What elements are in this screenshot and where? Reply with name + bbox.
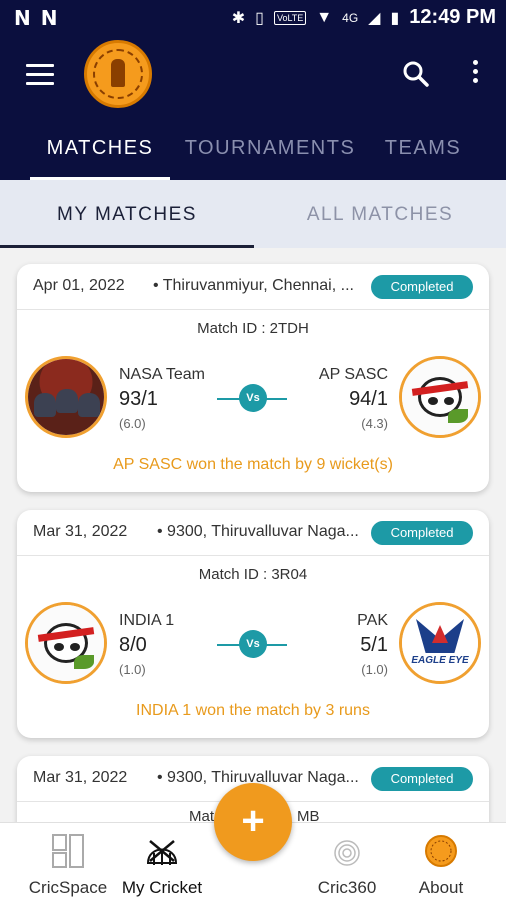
nav-label: About [418, 878, 464, 897]
wifi-icon: ▼ [316, 8, 333, 26]
match-card-header: Mar 31, 2022 • 9300, Thiruvalluvar Naga.… [17, 510, 489, 556]
app-logo [84, 40, 152, 108]
notification-icons: N N [14, 6, 58, 30]
match-date: Apr 01, 2022 [33, 277, 125, 294]
match-id: Match ID : 3R04 [198, 566, 308, 583]
plus-icon: + [241, 799, 265, 843]
match-date: Mar 31, 2022 [33, 523, 128, 540]
match-venue: • 9300, Thiruvalluvar Naga... [157, 769, 359, 786]
vibrate-icon: ▯ [255, 9, 264, 27]
team1-name: NASA Team [119, 366, 205, 383]
vs-badge: Vs [239, 384, 267, 412]
match-card[interactable]: Apr 01, 2022 • Thiruvanmiyur, Chennai, .… [17, 264, 489, 492]
team1-overs: (1.0) [119, 662, 146, 677]
nav-my-cricket[interactable]: My Cricket [114, 823, 210, 900]
eagle-eye-logo-text: EAGLE EYE [411, 655, 469, 666]
tab-my-matches[interactable]: MY MATCHES [0, 180, 254, 248]
status-badge: Completed [371, 521, 473, 545]
status-badge: Completed [371, 767, 473, 791]
match-id: Match ID : 2TDH [197, 320, 309, 337]
cricspace-icon [52, 834, 84, 868]
team2-overs: (4.3) [361, 416, 388, 431]
team1-name: INDIA 1 [119, 612, 175, 629]
team2-logo [399, 356, 481, 438]
sub-tabs: MY MATCHES ALL MATCHES [0, 180, 506, 248]
signal-icon: ◢ [368, 9, 381, 27]
match-card-header: Apr 01, 2022 • Thiruvanmiyur, Chennai, .… [17, 264, 489, 310]
nav-cricspace[interactable]: CricSpace [20, 823, 116, 900]
nav-label: My Cricket [121, 878, 203, 897]
match-venue: • 9300, Thiruvalluvar Naga... [157, 523, 359, 540]
vs-badge: Vs [239, 630, 267, 658]
volte-icon: VoLTE [273, 10, 307, 25]
tab-teams[interactable]: TEAMS [376, 130, 470, 180]
cric360-icon [334, 840, 360, 866]
app-bar: MATCHES TOURNAMENTS TEAMS [0, 36, 506, 180]
search-icon[interactable] [402, 60, 430, 88]
n-notification-icon: N [40, 6, 58, 30]
match-card[interactable]: Mar 31, 2022 • 9300, Thiruvalluvar Naga.… [17, 510, 489, 738]
team1-logo [25, 602, 107, 684]
team1-logo [25, 356, 107, 438]
tab-all-matches[interactable]: ALL MATCHES [254, 180, 506, 248]
nav-about[interactable]: About [396, 823, 486, 900]
tab-tournaments[interactable]: TOURNAMENTS [180, 130, 360, 180]
team2-name: AP SASC [318, 366, 388, 383]
status-bar: N N ✱ ▯ VoLTE ▼ 4G ◢ ▮ 12:49 PM [0, 0, 506, 36]
tab-matches[interactable]: MATCHES [30, 130, 170, 180]
add-match-button[interactable]: + [214, 783, 292, 861]
n-notification-icon: N [14, 6, 31, 30]
nav-label: CricSpace [28, 878, 108, 897]
battery-icon: ▮ [390, 9, 400, 27]
bluetooth-icon: ✱ [231, 9, 246, 27]
team1-score: 93/1 [119, 388, 158, 410]
team2-score: 94/1 [349, 388, 388, 410]
team2-logo: EAGLE EYE [399, 602, 481, 684]
team2-score: 5/1 [360, 634, 388, 656]
match-venue: • Thiruvanmiyur, Chennai, ... [153, 277, 354, 294]
match-result: AP SASC won the match by 9 wicket(s) [113, 456, 393, 473]
nav-cric360[interactable]: Cric360 [300, 823, 394, 900]
team2-overs: (1.0) [361, 662, 388, 677]
status-badge: Completed [371, 275, 473, 299]
team2-name: PAK [357, 612, 388, 629]
team1-score: 8/0 [119, 634, 147, 656]
cricket-icon [146, 840, 178, 865]
about-logo-icon [425, 835, 457, 867]
system-icons: ✱ ▯ VoLTE ▼ 4G ◢ ▮ 12:49 PM [232, 6, 496, 29]
clock: 12:49 PM [409, 6, 496, 28]
network-label: 4G [342, 10, 359, 25]
team1-overs: (6.0) [119, 416, 146, 431]
match-result: INDIA 1 won the match by 3 runs [136, 702, 370, 719]
sub-tab-indicator [0, 245, 254, 248]
hamburger-menu-icon[interactable] [26, 64, 54, 86]
match-date: Mar 31, 2022 [33, 769, 128, 786]
nav-label: Cric360 [317, 878, 377, 897]
main-tabs: MATCHES TOURNAMENTS TEAMS [0, 130, 506, 180]
more-options-icon[interactable] [470, 60, 480, 88]
